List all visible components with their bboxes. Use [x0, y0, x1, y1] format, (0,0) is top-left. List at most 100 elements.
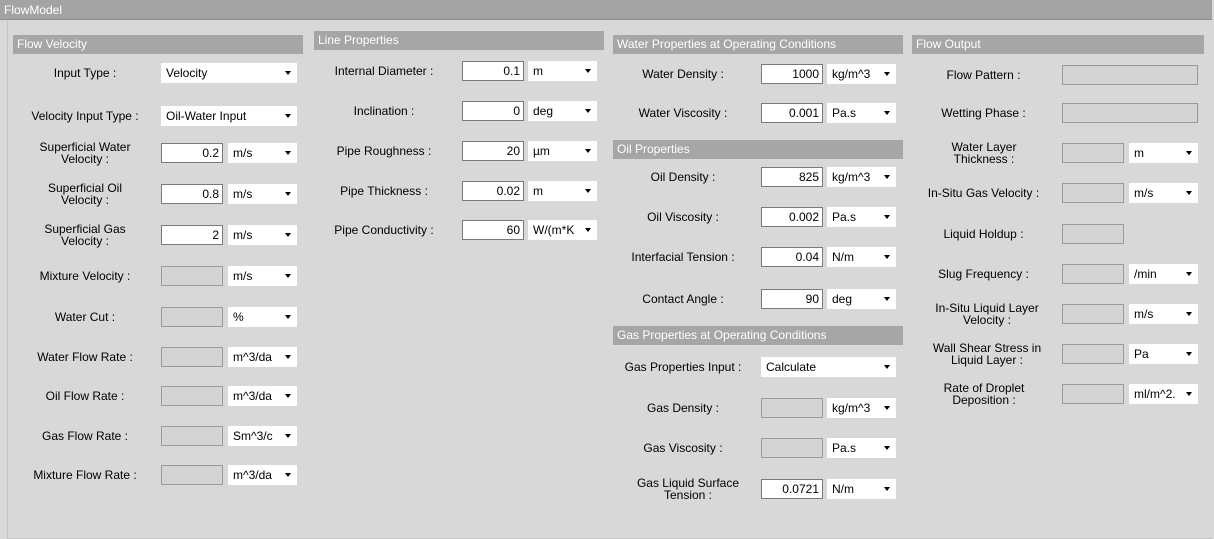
sup-water-label: Superficial Water Velocity : [39, 140, 131, 166]
input-type-label: Input Type : [53, 66, 117, 80]
pipe-thickness-label: Pipe Thickness : [340, 184, 428, 198]
insitu-gas-velocity-unit-select[interactable]: m/s [1129, 183, 1198, 203]
velocity-input-type-select[interactable]: Oil-Water Input [161, 106, 297, 126]
sup-water-unit: m/s [233, 146, 253, 160]
flow-pattern-label: Flow Pattern : [946, 68, 1021, 82]
gas-viscosity-unit-select[interactable]: Pa.s [827, 438, 896, 458]
flow-output-header: Flow Output [912, 35, 1204, 54]
chevron-down-icon [285, 473, 291, 477]
chevron-down-icon [884, 111, 890, 115]
internal-diameter-unit-select[interactable]: m [528, 61, 597, 81]
insitu-liquid-velocity-unit: m/s [1134, 307, 1154, 321]
chevron-down-icon [285, 71, 291, 75]
water-density-input[interactable]: 1000 [761, 64, 823, 84]
sup-water-input[interactable]: 0.2 [161, 143, 223, 163]
sup-oil-unit: m/s [233, 187, 253, 201]
chevron-down-icon [1186, 312, 1192, 316]
inclination-input[interactable]: 0 [462, 101, 524, 121]
oil-density-input[interactable]: 825 [761, 167, 823, 187]
chevron-down-icon [884, 297, 890, 301]
wetting-phase-label: Wetting Phase : [941, 106, 1026, 120]
inclination-unit-select[interactable]: deg [528, 101, 597, 121]
chevron-down-icon [1186, 352, 1192, 356]
pipe-roughness-unit-select[interactable]: µm [528, 141, 597, 161]
chevron-down-icon [285, 192, 291, 196]
water-cut-unit-select[interactable]: % [228, 307, 297, 327]
pipe-conductivity-unit: W/(m*K [533, 223, 575, 237]
sup-oil-input[interactable]: 0.8 [161, 184, 223, 204]
chevron-down-icon [585, 189, 591, 193]
pipe-conductivity-input[interactable]: 60 [462, 220, 524, 240]
oil-density-label: Oil Density : [650, 170, 716, 184]
water-flow-rate-label: Water Flow Rate : [37, 350, 133, 364]
water-viscosity-input[interactable]: 0.001 [761, 103, 823, 123]
sup-oil-unit-select[interactable]: m/s [228, 184, 297, 204]
gas-flow-rate-unit: Sm^3/c [233, 429, 273, 443]
water-density-unit-select[interactable]: kg/m^3 [827, 64, 896, 84]
oil-density-unit: kg/m^3 [832, 170, 871, 184]
gas-liquid-tension-unit-select[interactable]: N/m [827, 479, 896, 499]
oil-viscosity-unit-select[interactable]: Pa.s [827, 207, 896, 227]
interfacial-tension-unit-select[interactable]: N/m [827, 247, 896, 267]
water-cut-output [161, 307, 223, 327]
water-flow-rate-unit-select[interactable]: m^3/da [228, 347, 297, 367]
oil-properties-header: Oil Properties [613, 140, 903, 159]
insitu-liquid-velocity-label: In-Situ Liquid Layer Velocity : [935, 301, 1039, 327]
water-cut-label: Water Cut : [54, 310, 116, 324]
mixture-velocity-label: Mixture Velocity : [39, 269, 131, 283]
water-viscosity-unit-select[interactable]: Pa.s [827, 103, 896, 123]
slug-frequency-unit: /min [1134, 267, 1157, 281]
water-layer-thickness-unit-select[interactable]: m [1129, 143, 1198, 163]
oil-flow-rate-unit-select[interactable]: m^3/da [228, 386, 297, 406]
contact-angle-input[interactable]: 90 [761, 289, 823, 309]
sup-gas-label: Superficial Gas Velocity : [44, 222, 126, 248]
pipe-roughness-input[interactable]: 20 [462, 141, 524, 161]
wall-shear-stress-unit: Pa [1134, 347, 1149, 361]
interfacial-tension-input[interactable]: 0.04 [761, 247, 823, 267]
chevron-down-icon [585, 228, 591, 232]
oil-viscosity-input[interactable]: 0.002 [761, 207, 823, 227]
chevron-down-icon [285, 274, 291, 278]
insitu-liquid-velocity-unit-select[interactable]: m/s [1129, 304, 1198, 324]
water-properties-header: Water Properties at Operating Conditions [613, 35, 903, 54]
insitu-gas-velocity-unit: m/s [1134, 186, 1154, 200]
chevron-down-icon [285, 315, 291, 319]
flow-output-panel: Flow Output Flow Pattern : Wetting Phase… [912, 20, 1204, 539]
slug-frequency-output [1062, 264, 1124, 284]
sup-water-unit-select[interactable]: m/s [228, 143, 297, 163]
chevron-down-icon [1186, 151, 1192, 155]
water-density-unit: kg/m^3 [832, 67, 871, 81]
gas-liquid-tension-input[interactable]: 0.0721 [761, 479, 823, 499]
gas-input-select[interactable]: Calculate [761, 357, 896, 377]
flowmodel-window: FlowModel Flow Velocity Input Type : Vel… [0, 0, 1214, 539]
sup-gas-input[interactable]: 2 [161, 225, 223, 245]
flow-velocity-panel: Flow Velocity Input Type : Velocity Velo… [13, 20, 303, 539]
interfacial-tension-label: Interfacial Tension : [631, 250, 735, 264]
pipe-conductivity-unit-select[interactable]: W/(m*K [528, 220, 597, 240]
oil-density-unit-select[interactable]: kg/m^3 [827, 167, 896, 187]
pipe-thickness-unit: m [533, 184, 543, 198]
wall-shear-stress-unit-select[interactable]: Pa [1129, 344, 1198, 364]
droplet-deposition-unit-select[interactable]: ml/m^2. [1129, 384, 1198, 404]
contact-angle-unit-select[interactable]: deg [827, 289, 896, 309]
sup-oil-label: Superficial Oil Velocity : [47, 181, 123, 207]
internal-diameter-input[interactable]: 0.1 [462, 61, 524, 81]
mixture-flow-rate-unit-select[interactable]: m^3/da [228, 465, 297, 485]
fluid-properties-panel: Water Properties at Operating Conditions… [613, 20, 903, 539]
chevron-down-icon [884, 487, 890, 491]
gas-flow-rate-unit-select[interactable]: Sm^3/c [228, 426, 297, 446]
water-flow-rate-unit: m^3/da [233, 350, 272, 364]
input-type-select[interactable]: Velocity [161, 63, 297, 83]
pipe-roughness-label: Pipe Roughness : [336, 144, 432, 158]
insitu-gas-velocity-output [1062, 183, 1124, 203]
pipe-thickness-unit-select[interactable]: m [528, 181, 597, 201]
water-flow-rate-output [161, 347, 223, 367]
mixture-velocity-unit-select[interactable]: m/s [228, 266, 297, 286]
slug-frequency-unit-select[interactable]: /min [1129, 264, 1198, 284]
pipe-thickness-input[interactable]: 0.02 [462, 181, 524, 201]
sup-gas-unit-select[interactable]: m/s [228, 225, 297, 245]
flow-velocity-header: Flow Velocity [13, 35, 303, 54]
gas-density-unit-select[interactable]: kg/m^3 [827, 398, 896, 418]
pipe-conductivity-label: Pipe Conductivity : [334, 223, 434, 237]
interfacial-tension-unit: N/m [832, 250, 854, 264]
